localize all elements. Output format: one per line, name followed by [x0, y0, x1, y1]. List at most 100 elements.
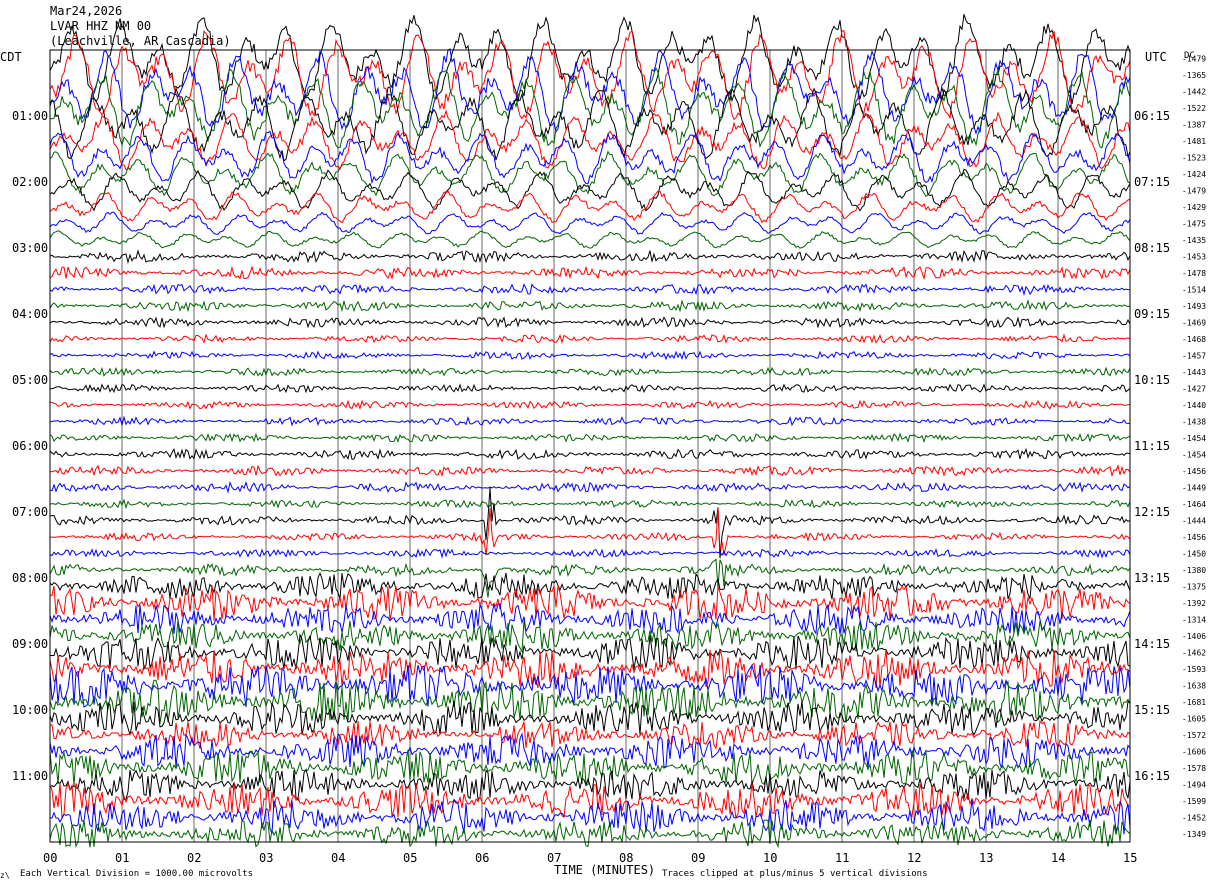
dc-offset-label: -1454: [1182, 434, 1206, 443]
dc-offset-label: -1468: [1182, 335, 1206, 344]
dc-offset-label: -1494: [1182, 780, 1206, 789]
trace-line: [49, 732, 1131, 770]
dc-offset-label: -1578: [1182, 764, 1206, 773]
left-time-label: 08:00: [12, 571, 48, 585]
dc-offset-label: -1605: [1182, 714, 1206, 723]
dc-offset-labels: -1479 -1365 -1442 -1522 -1387 -1481 -1523 -1424…: [1182, 54, 1206, 839]
helicorder-plot: 01:00 02:00 03:00 04:00 05:00 06:00 07:00 08:00…: [0, 14, 1206, 880]
dc-offset-label: -1514: [1182, 285, 1206, 294]
left-time-label: 06:00: [12, 439, 48, 453]
dc-offset-label: -1435: [1182, 236, 1206, 245]
trace-line: [49, 487, 1131, 559]
x-tick-label: 03: [259, 851, 273, 865]
footer-clipping-note: Traces clipped at plus/minus 5 vertical …: [662, 869, 928, 879]
right-time-label: 11:15: [1134, 439, 1170, 453]
header-location: (Leachville, AR Cascadia): [50, 34, 231, 48]
x-axis-title: TIME (MINUTES): [554, 863, 655, 877]
trace-line: [49, 547, 1131, 559]
left-time-label: 01:00: [12, 109, 48, 123]
right-time-label: 06:15: [1134, 109, 1170, 123]
left-time-label: 05:00: [12, 373, 48, 387]
right-time-label: 13:15: [1134, 571, 1170, 585]
trace-line: [49, 603, 1131, 635]
right-time-label: 12:15: [1134, 505, 1170, 519]
dc-offset-label: -1442: [1182, 87, 1206, 96]
dc-offset-label: -1462: [1182, 648, 1206, 657]
trace-line: [49, 249, 1131, 265]
right-time-label: 15:15: [1134, 703, 1170, 717]
dc-offset-label: -1523: [1182, 153, 1206, 162]
footer-scale-note: Each Vertical Division = 1000.00 microvo…: [20, 869, 253, 879]
dc-offset-label: -1599: [1182, 797, 1206, 806]
trace-line: [49, 447, 1131, 461]
dc-offset-label: -1493: [1182, 302, 1206, 311]
x-tick-label: 02: [187, 851, 201, 865]
dc-offset-label: -1450: [1182, 549, 1206, 558]
trace-line: [49, 14, 1131, 105]
trace-line: [49, 432, 1131, 444]
dc-offset-label: -1456: [1182, 467, 1206, 476]
left-time-labels: 01:00 02:00 03:00 04:00 05:00 06:00 07:00 08:00…: [12, 109, 48, 783]
right-timezone-label: UTC: [1145, 50, 1167, 64]
trace-line: [49, 230, 1131, 249]
right-time-label: 14:15: [1134, 637, 1170, 651]
trace-line: [49, 265, 1131, 281]
right-time-label: 08:15: [1134, 241, 1170, 255]
x-tick-label: 09: [691, 851, 705, 865]
left-time-label: 03:00: [12, 241, 48, 255]
trace-line: [49, 415, 1131, 427]
trace-line: [49, 498, 1131, 510]
dc-offset-label: -1444: [1182, 516, 1206, 525]
trace-line: [49, 86, 1131, 162]
trace-line: [49, 507, 1131, 556]
x-tick-label: 15: [1123, 851, 1137, 865]
dc-offset-label: -1481: [1182, 137, 1206, 146]
left-time-label: 02:00: [12, 175, 48, 189]
dc-offset-label: -1438: [1182, 417, 1206, 426]
dc-offset-label: -1449: [1182, 483, 1206, 492]
left-time-label: 07:00: [12, 505, 48, 519]
x-tick-label: 14: [1051, 851, 1065, 865]
seismic-traces: [49, 14, 1131, 849]
x-tick-label: 11: [835, 851, 849, 865]
header-date: Mar24,2026: [50, 4, 123, 18]
dc-offset-label: -1380: [1182, 566, 1206, 575]
dc-offset-label: -1453: [1182, 252, 1206, 261]
left-time-label: 09:00: [12, 637, 48, 651]
trace-line: [49, 48, 1131, 135]
trace-line: [49, 664, 1131, 708]
dc-header-label: DC: [1184, 51, 1195, 61]
dc-offset-label: -1464: [1182, 500, 1206, 509]
x-tick-label: 01: [115, 851, 129, 865]
dc-offset-label: -1522: [1182, 104, 1206, 113]
dc-offset-label: -1392: [1182, 599, 1206, 608]
dc-offset-label: -1606: [1182, 747, 1206, 756]
trace-line: [49, 316, 1131, 329]
dc-offset-label: -1349: [1182, 830, 1206, 839]
dc-offset-label: -1478: [1182, 269, 1206, 278]
dc-offset-label: -1454: [1182, 450, 1206, 459]
dc-offset-label: -1314: [1182, 615, 1206, 624]
dc-offset-label: -1443: [1182, 368, 1206, 377]
left-time-label: 10:00: [12, 703, 48, 717]
dc-offset-label: -1365: [1182, 71, 1206, 80]
right-time-label: 16:15: [1134, 769, 1170, 783]
corner-mark: z\: [0, 871, 10, 880]
trace-line: [49, 109, 1131, 171]
trace-line: [49, 782, 1131, 820]
trace-line: [49, 298, 1131, 313]
x-tick-label: 04: [331, 851, 345, 865]
dc-offset-label: -1479: [1182, 186, 1206, 195]
dc-offset-label: -1469: [1182, 318, 1206, 327]
dc-offset-label: -1375: [1182, 582, 1206, 591]
trace-line: [49, 464, 1131, 478]
dc-offset-label: -1452: [1182, 813, 1206, 822]
x-tick-label: 05: [403, 851, 417, 865]
dc-offset-label: -1429: [1182, 203, 1206, 212]
trace-line: [49, 480, 1131, 494]
trace-line: [49, 283, 1131, 297]
trace-line: [49, 350, 1131, 361]
dc-offset-label: -1406: [1182, 632, 1206, 641]
trace-line: [49, 333, 1131, 345]
right-time-label: 09:15: [1134, 307, 1170, 321]
